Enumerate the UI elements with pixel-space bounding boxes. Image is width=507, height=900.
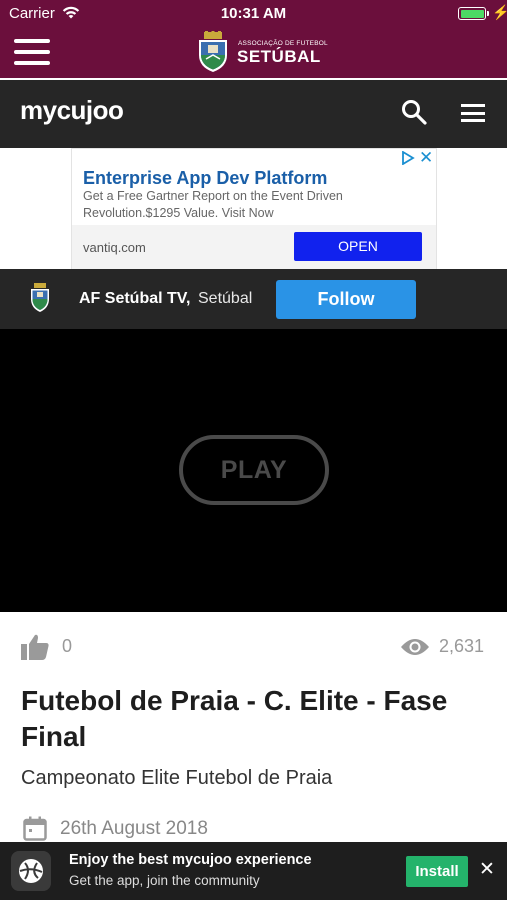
- app-header: Carrier 10:31 AM ⚡ ASSOCIAÇÃO DE FUTEBOL…: [0, 0, 507, 78]
- banner-subline: Get the app, join the community: [69, 873, 260, 888]
- clock: 10:31 AM: [220, 5, 287, 22]
- ad-open-button[interactable]: OPEN: [294, 232, 422, 261]
- calendar-icon: [23, 816, 47, 841]
- search-icon[interactable]: [401, 99, 427, 125]
- banner-headline: Enjoy the best mycujoo experience: [69, 852, 312, 868]
- mycujoo-navbar: mycujoo: [0, 80, 507, 148]
- app-menu-button[interactable]: [14, 39, 50, 65]
- event-subtitle[interactable]: Campeonato Elite Futebol de Praia: [21, 767, 332, 790]
- mycujoo-logo[interactable]: mycujoo: [20, 95, 124, 126]
- hamburger-icon[interactable]: [461, 104, 485, 122]
- charging-icon: ⚡: [492, 4, 507, 20]
- view-count: 2,631: [439, 636, 485, 656]
- play-button[interactable]: PLAY: [179, 435, 329, 505]
- like-count: 0: [62, 636, 73, 656]
- close-icon[interactable]: ✕: [479, 858, 495, 881]
- event-date: 26th August 2018: [60, 818, 208, 839]
- battery-icon: [458, 7, 486, 20]
- adchoices-icon[interactable]: [401, 151, 415, 165]
- eye-icon: [401, 639, 429, 655]
- channel-bar: AF Setúbal TV, Setúbal Follow: [0, 269, 507, 329]
- video-player[interactable]: PLAY: [0, 329, 507, 612]
- channel-location: Setúbal: [198, 290, 253, 307]
- brand-subtitle: ASSOCIAÇÃO DE FUTEBOL: [238, 40, 328, 47]
- event-title: Futebol de Praia - C. Elite - Fase Final: [21, 685, 448, 752]
- ad-close-icon[interactable]: ✕: [419, 148, 433, 168]
- battery-tip: [487, 11, 489, 16]
- ad-description: Get a Free Gartner Report on the Event D…: [83, 189, 343, 220]
- app-install-banner: Enjoy the best mycujoo experience Get th…: [0, 842, 507, 900]
- channel-name[interactable]: AF Setúbal TV,: [79, 290, 190, 308]
- club-crest-logo: [199, 31, 227, 72]
- channel-crest-logo: [31, 283, 49, 312]
- brand-title: SETÚBAL: [237, 47, 321, 66]
- mycujoo-app-icon: [11, 851, 51, 891]
- follow-button[interactable]: Follow: [276, 280, 416, 319]
- status-bar: Carrier 10:31 AM ⚡: [0, 0, 507, 28]
- ad-domain: vantiq.com: [83, 240, 146, 255]
- thumbs-up-icon[interactable]: [20, 633, 50, 661]
- install-button[interactable]: Install: [406, 856, 468, 887]
- ad-banner[interactable]: Enterprise App Dev Platform Get a Free G…: [71, 148, 437, 269]
